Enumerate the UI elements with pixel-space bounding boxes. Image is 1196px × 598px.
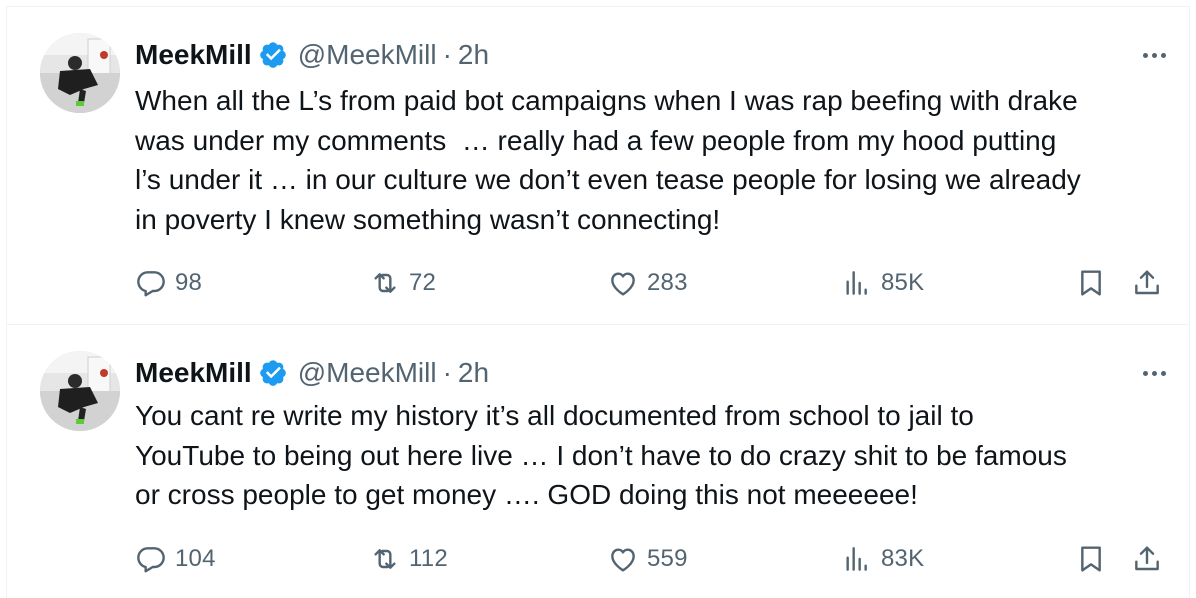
views-count: 83K (881, 545, 925, 572)
author-name[interactable]: MeekMill (135, 39, 252, 71)
share-icon (1135, 546, 1159, 571)
timestamp[interactable]: 2h (458, 357, 489, 389)
reply-count: 104 (175, 545, 216, 572)
share-icon (1135, 270, 1159, 295)
like-count: 559 (647, 545, 688, 572)
verified-badge-icon (259, 42, 286, 68)
author-handle[interactable]: @MeekMill (298, 357, 437, 389)
tweet-header: MeekMill @MeekMill · 2h (135, 37, 489, 73)
tweet-actions: 98 72 283 85K (135, 263, 1175, 303)
views-icon (846, 547, 867, 571)
like-count: 283 (647, 269, 688, 296)
separator-dot: · (442, 39, 452, 70)
more-icon[interactable] (1138, 41, 1170, 69)
avatar[interactable] (40, 351, 120, 431)
bookmark-icon (1081, 546, 1101, 572)
avatar[interactable] (40, 33, 120, 113)
repost-button[interactable]: 112 (369, 539, 448, 579)
tweet-actions: 104 112 559 83K (135, 539, 1175, 579)
repost-count: 72 (409, 269, 437, 296)
bookmark-icon (1081, 270, 1101, 296)
author-handle[interactable]: @MeekMill (298, 39, 437, 71)
bookmark-button[interactable] (1075, 263, 1107, 303)
repost-icon (374, 549, 396, 569)
repost-button[interactable]: 72 (369, 263, 436, 303)
tweet-text: When all the L’s from paid bot campaigns… (135, 85, 1081, 235)
repost-count: 112 (409, 545, 448, 572)
tweet[interactable]: MeekMill @MeekMill · 2h You cant re writ… (6, 324, 1190, 598)
like-button[interactable]: 559 (607, 539, 688, 579)
verified-badge-icon (259, 360, 286, 386)
timeline-feed: MeekMill @MeekMill · 2h When all the L’s… (0, 0, 1196, 598)
separator-dot: · (442, 357, 452, 388)
share-button[interactable] (1131, 539, 1163, 579)
like-icon (611, 548, 635, 572)
bookmark-button[interactable] (1075, 539, 1107, 579)
tweet-text: You cant re write my history it’s all do… (135, 400, 1067, 510)
views-count: 85K (881, 269, 925, 296)
timestamp[interactable]: 2h (458, 39, 489, 71)
reply-button[interactable]: 104 (135, 539, 216, 579)
reply-button[interactable]: 98 (135, 263, 202, 303)
views-button[interactable]: 85K (841, 263, 924, 303)
like-button[interactable]: 283 (607, 263, 688, 303)
author-name[interactable]: MeekMill (135, 357, 252, 389)
like-icon (611, 272, 635, 296)
reply-icon (137, 547, 165, 573)
reply-icon (137, 271, 165, 297)
views-button[interactable]: 83K (841, 539, 924, 579)
views-icon (846, 271, 867, 295)
tweet[interactable]: MeekMill @MeekMill · 2h When all the L’s… (6, 6, 1190, 324)
reply-count: 98 (175, 269, 203, 296)
repost-icon (374, 273, 396, 293)
share-button[interactable] (1131, 263, 1163, 303)
tweet-header: MeekMill @MeekMill · 2h (135, 355, 489, 391)
more-icon[interactable] (1138, 359, 1170, 387)
